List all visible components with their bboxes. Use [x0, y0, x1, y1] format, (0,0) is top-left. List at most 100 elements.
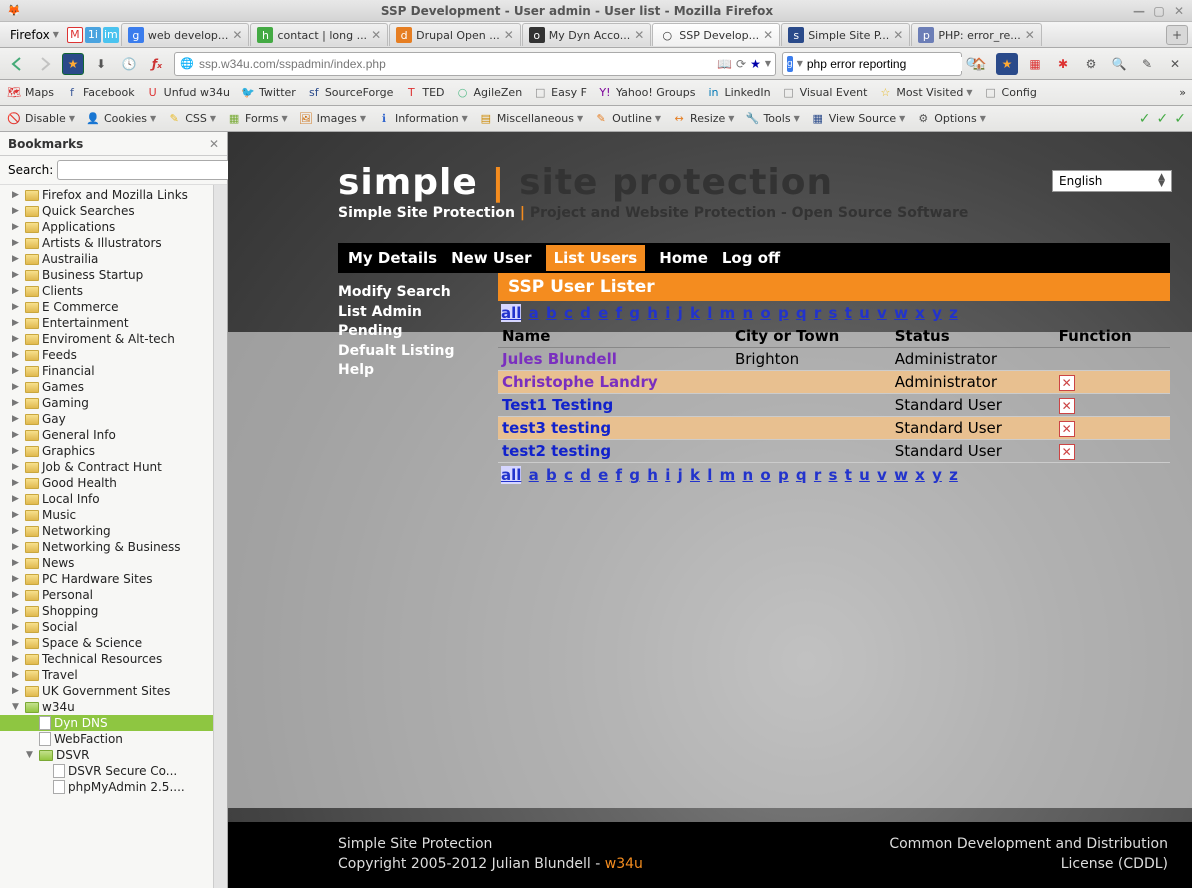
alpha-link[interactable]: s [829, 304, 838, 322]
forward-button[interactable] [34, 53, 56, 75]
tab-close-icon[interactable]: ✕ [232, 28, 242, 42]
nav-menu-item[interactable]: List Users [546, 245, 646, 271]
twisty-closed-icon[interactable]: ▶ [12, 222, 22, 232]
noscript-icon[interactable]: ƒₓ [146, 53, 168, 75]
tree-row[interactable]: ▶Networking [0, 523, 213, 539]
tree-row[interactable]: ▶Job & Contract Hunt [0, 459, 213, 475]
tree-row[interactable]: ▶Business Startup [0, 267, 213, 283]
alpha-link[interactable]: n [742, 466, 753, 484]
admin-side-item[interactable]: Defualt Listing [338, 342, 488, 362]
bookmark-item[interactable]: Y!Yahoo! Groups [597, 85, 696, 101]
twisty-closed-icon[interactable]: ▶ [12, 670, 22, 680]
alpha-link[interactable]: q [796, 304, 807, 322]
nav-menu-item[interactable]: Log off [722, 249, 780, 267]
bookmark-item[interactable]: fFacebook [64, 85, 135, 101]
delete-icon[interactable]: ✕ [1059, 375, 1075, 391]
alpha-link[interactable]: v [877, 466, 887, 484]
twisty-closed-icon[interactable]: ▶ [12, 654, 22, 664]
twisty-closed-icon[interactable]: ▶ [12, 446, 22, 456]
alpha-link[interactable]: s [829, 466, 838, 484]
bookmark-item[interactable]: □Visual Event [781, 85, 868, 101]
new-tab-button[interactable]: + [1166, 25, 1188, 45]
app-icon-2[interactable]: im [103, 27, 119, 43]
nav-menu-item[interactable]: My Details [348, 249, 437, 267]
alpha-link[interactable]: t [845, 304, 852, 322]
tree-row[interactable]: ▶News [0, 555, 213, 571]
bookmark-item[interactable]: inLinkedIn [705, 85, 770, 101]
bookmarks-overflow-icon[interactable]: » [1179, 86, 1186, 99]
language-select[interactable]: English ▲▼ [1052, 170, 1172, 192]
home-icon[interactable]: 🏠 [968, 53, 990, 75]
alpha-link[interactable]: a [529, 466, 539, 484]
tree-row[interactable]: ▶Applications [0, 219, 213, 235]
tree-row[interactable]: ▶PC Hardware Sites [0, 571, 213, 587]
twisty-closed-icon[interactable]: ▶ [12, 302, 22, 312]
tree-row[interactable]: ▶Firefox and Mozilla Links [0, 187, 213, 203]
alpha-link[interactable]: z [949, 304, 958, 322]
alpha-link[interactable]: w [894, 466, 908, 484]
alpha-link[interactable]: a [529, 304, 539, 322]
browser-tab[interactable]: ○SSP Develop...✕ [652, 23, 780, 46]
alpha-link[interactable]: c [564, 466, 573, 484]
delete-icon[interactable]: ✕ [1059, 444, 1075, 460]
alpha-link[interactable]: l [707, 466, 712, 484]
twisty-closed-icon[interactable]: ▶ [12, 254, 22, 264]
user-name-link[interactable]: Test1 Testing [502, 396, 613, 414]
alpha-link[interactable]: e [598, 466, 608, 484]
user-name-link[interactable]: test2 testing [502, 442, 611, 460]
tree-row[interactable]: ▶Austrailia [0, 251, 213, 267]
webdev-item[interactable]: ✎CSS▼ [166, 111, 216, 127]
alpha-link[interactable]: b [546, 304, 557, 322]
twisty-open-icon[interactable]: ▼ [26, 750, 36, 760]
bookmark-star-icon[interactable]: ★ [750, 57, 761, 71]
alpha-link[interactable]: n [742, 304, 753, 322]
alpha-link[interactable]: d [580, 304, 591, 322]
scrollbar[interactable] [213, 185, 227, 888]
tree-row[interactable]: ▶Good Health [0, 475, 213, 491]
maximize-icon[interactable]: ▢ [1152, 4, 1166, 18]
minimize-icon[interactable]: — [1132, 4, 1146, 18]
tree-row[interactable]: ▶Entertainment [0, 315, 213, 331]
twisty-closed-icon[interactable]: ▶ [12, 462, 22, 472]
tree-row[interactable]: phpMyAdmin 2.5.... [0, 779, 213, 795]
tree-row[interactable]: ▼w34u [0, 699, 213, 715]
alpha-link[interactable]: r [814, 466, 821, 484]
tree-row[interactable]: ▶Travel [0, 667, 213, 683]
delete-icon[interactable]: ✕ [1059, 398, 1075, 414]
search-engine-dropdown-icon[interactable]: ▼ [797, 59, 803, 68]
twisty-closed-icon[interactable]: ▶ [12, 270, 22, 280]
tree-row[interactable]: ▶UK Government Sites [0, 683, 213, 699]
browser-tab[interactable]: dDrupal Open ...✕ [389, 23, 521, 46]
tree-row[interactable]: ▶Graphics [0, 443, 213, 459]
alpha-link[interactable]: f [616, 466, 623, 484]
bookmarks-panel-icon[interactable]: ★ [62, 53, 84, 75]
twisty-closed-icon[interactable]: ▶ [12, 350, 22, 360]
gear-icon[interactable]: ⚙ [1080, 53, 1102, 75]
alpha-link[interactable]: o [760, 304, 770, 322]
user-name-link[interactable]: test3 testing [502, 419, 611, 437]
tab-close-icon[interactable]: ✕ [763, 28, 773, 42]
alpha-link[interactable]: d [580, 466, 591, 484]
alpha-link[interactable]: e [598, 304, 608, 322]
twisty-closed-icon[interactable]: ▶ [12, 238, 22, 248]
twisty-closed-icon[interactable]: ▶ [12, 366, 22, 376]
bookmark-item[interactable]: ☆Most Visited▼ [877, 85, 972, 101]
webdev-item[interactable]: ⚙Options▼ [915, 111, 986, 127]
twisty-closed-icon[interactable]: ▶ [12, 382, 22, 392]
gmail-icon[interactable]: M [67, 27, 83, 43]
search-bar[interactable]: g ▼ 🔍 [782, 52, 962, 76]
twisty-closed-icon[interactable]: ▶ [12, 478, 22, 488]
twisty-closed-icon[interactable]: ▶ [12, 622, 22, 632]
admin-side-item[interactable]: List Admin Pending [338, 303, 488, 342]
tab-close-icon[interactable]: ✕ [634, 28, 644, 42]
admin-side-item[interactable]: Help [338, 361, 488, 381]
edit-icon[interactable]: ✎ [1136, 53, 1158, 75]
tree-row[interactable]: ▶Gaming [0, 395, 213, 411]
alpha-link[interactable]: c [564, 304, 573, 322]
tree-row[interactable]: ▼DSVR [0, 747, 213, 763]
tree-row[interactable]: ▶Technical Resources [0, 651, 213, 667]
twisty-open-icon[interactable]: ▼ [12, 702, 22, 712]
tree-row[interactable]: ▶Feeds [0, 347, 213, 363]
tree-row[interactable]: ▶Shopping [0, 603, 213, 619]
tree-row[interactable]: ▶Clients [0, 283, 213, 299]
